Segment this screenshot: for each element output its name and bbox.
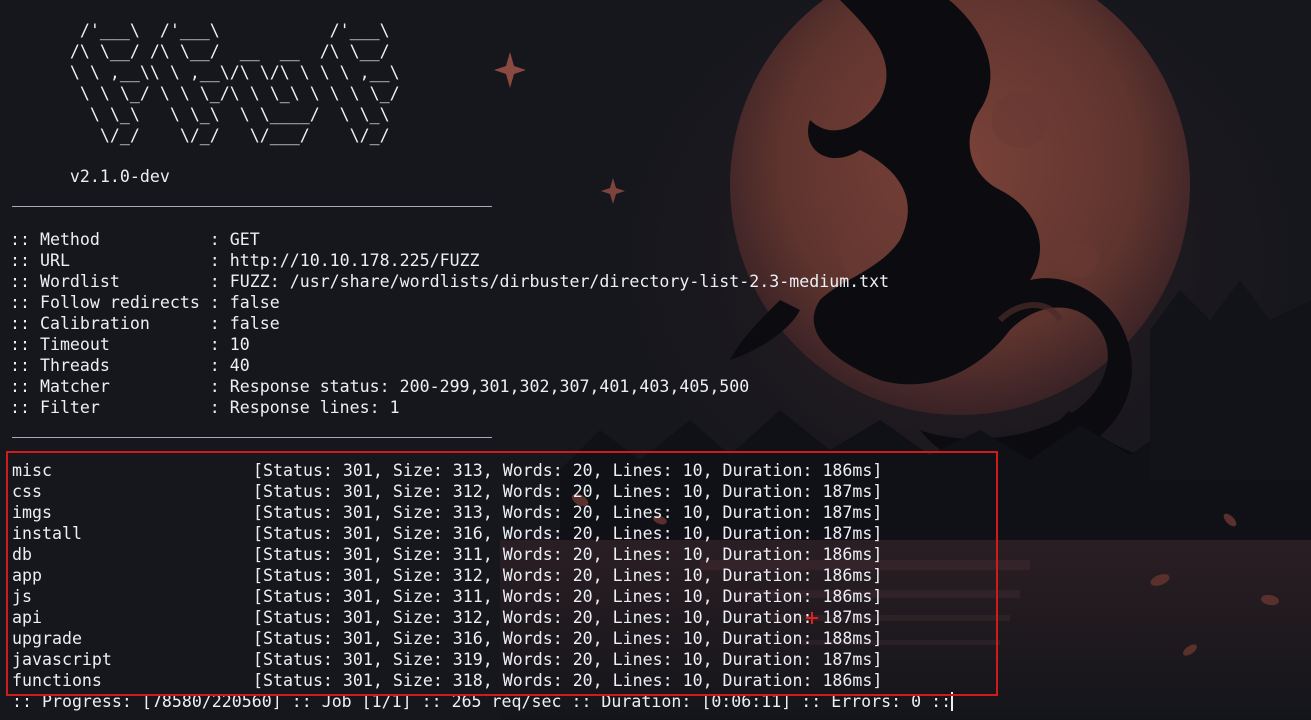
config-row-url: :: URL : http://10.10.178.225/FUZZ	[0, 250, 480, 271]
config-value: Response status: 200-299,301,302,307,401…	[229, 377, 750, 396]
config-row-follow-redirects: :: Follow redirects : false	[0, 292, 280, 313]
config-label: :: Method :	[0, 230, 230, 249]
config-label: :: Matcher :	[0, 377, 230, 396]
config-label: :: URL :	[0, 251, 230, 270]
banner-art-line: /'___\ /'___\ /'___\	[0, 21, 390, 40]
banner-art-line: \ \_\ \ \_\ \ \____/ \ \_\	[0, 105, 390, 124]
config-row-wordlist: :: Wordlist : FUZZ: /usr/share/wordlists…	[0, 271, 889, 292]
config-row-threads: :: Threads : 40	[0, 355, 250, 376]
config-row-filter: :: Filter : Response lines: 1	[0, 397, 400, 418]
banner-art-line: /\ \__/ /\ \__/ __ __ /\ \__/	[0, 42, 390, 61]
config-row-matcher: :: Matcher : Response status: 200-299,30…	[0, 376, 749, 397]
config-value: false	[229, 293, 280, 312]
banner-art-line: \/_/ \/_/ \/___/ \/_/	[0, 126, 390, 145]
banner-art-line: \ \ \_/ \ \ \_/\ \ \_\ \ \ \ \_/	[0, 84, 400, 103]
separator-top	[12, 206, 492, 207]
config-value: 10	[229, 335, 250, 354]
config-value: GET	[229, 230, 260, 249]
config-label: :: Threads :	[0, 356, 230, 375]
terminal-window[interactable]: /'___\ /'___\ /'___\ /\ \__/ /\ \__/ __ …	[0, 0, 1311, 720]
config-value: http://10.10.178.225/FUZZ	[229, 251, 480, 270]
config-value: false	[229, 314, 280, 333]
config-row-method: :: Method : GET	[0, 229, 260, 250]
config-value: FUZZ: /usr/share/wordlists/dirbuster/dir…	[229, 272, 890, 291]
config-value: 40	[229, 356, 250, 375]
config-label: :: Follow redirects :	[0, 293, 230, 312]
version-label: v2.1.0-dev	[0, 167, 170, 186]
banner-art-line: \ \ ,__\\ \ ,__\/\ \/\ \ \ \ ,__\	[0, 63, 400, 82]
config-row-timeout: :: Timeout : 10	[0, 334, 250, 355]
crosshair-cursor-icon	[806, 612, 818, 624]
separator-bottom	[12, 437, 492, 438]
config-row-calibration: :: Calibration : false	[0, 313, 280, 334]
config-label: :: Timeout :	[0, 335, 230, 354]
config-label: :: Filter :	[0, 398, 230, 417]
config-label: :: Wordlist :	[0, 272, 230, 291]
config-value: Response lines: 1	[229, 398, 400, 417]
results-highlight-box	[6, 451, 998, 696]
config-label: :: Calibration :	[0, 314, 230, 333]
